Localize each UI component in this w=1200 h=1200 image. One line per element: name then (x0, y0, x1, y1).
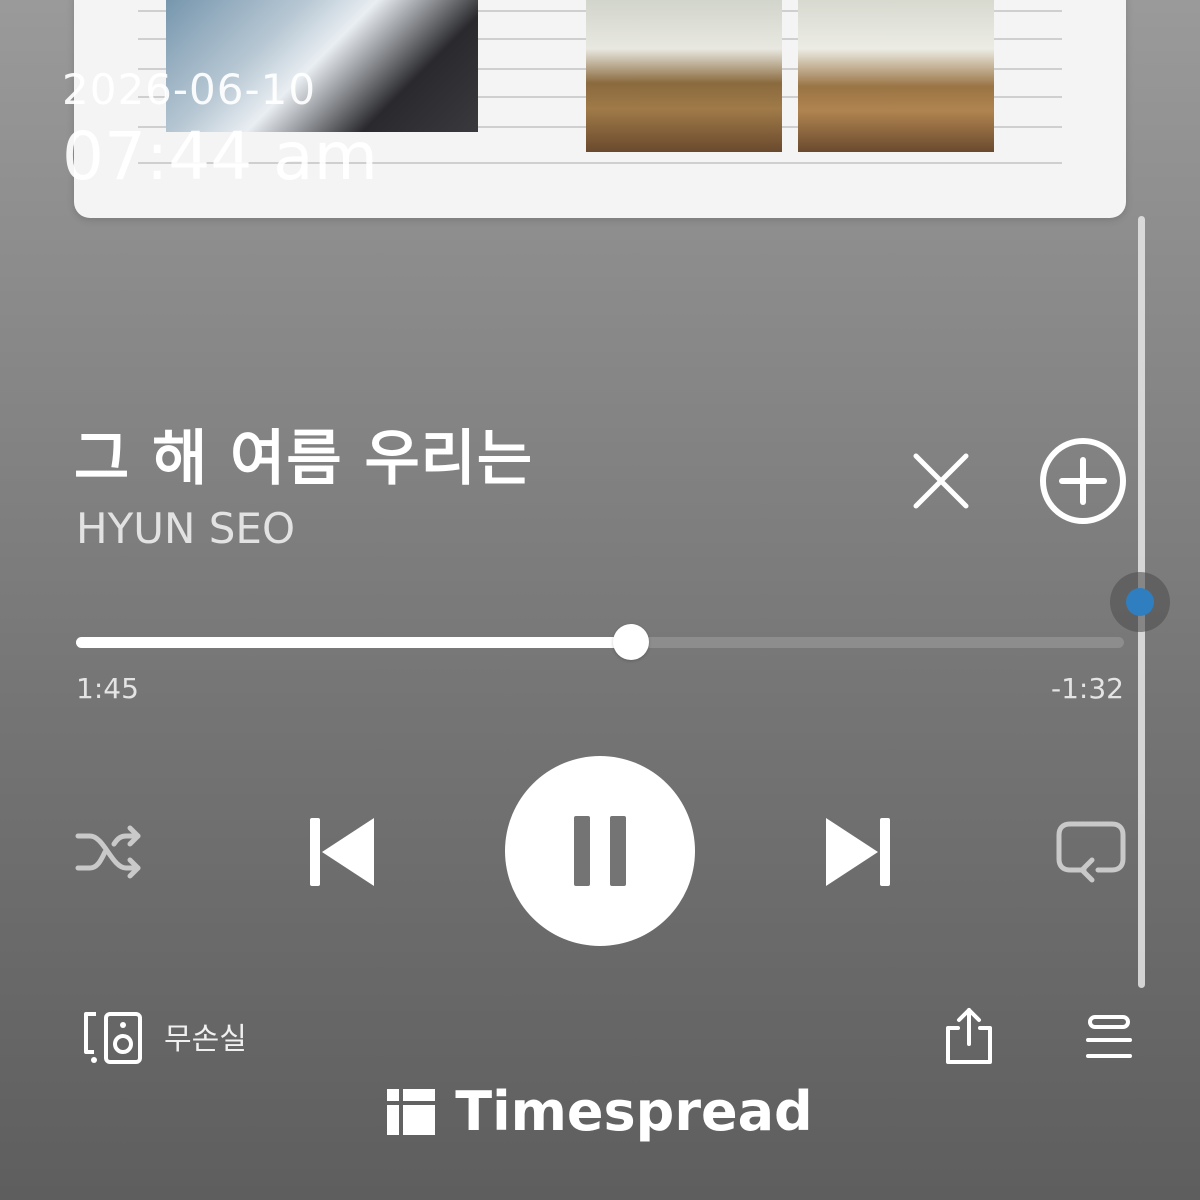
share-button[interactable] (940, 1006, 998, 1066)
share-icon (946, 1008, 992, 1064)
time-text: 07:44 am (62, 118, 378, 195)
output-device-button[interactable] (82, 1010, 144, 1066)
artist-name[interactable]: HYUN SEO (76, 504, 295, 553)
next-button[interactable] (822, 812, 894, 892)
date-text: 2026-06-10 (62, 65, 317, 114)
progress-slider[interactable] (76, 624, 1124, 660)
song-title: 그 해 여름 우리는 (74, 424, 534, 494)
pause-icon (574, 816, 626, 886)
remaining-time: -1:32 (1051, 672, 1124, 705)
output-quality-label: 무손실 (164, 1022, 247, 1057)
previous-button[interactable] (306, 812, 378, 892)
speaker-device-icon (84, 1012, 142, 1064)
repeat-button[interactable] (1054, 818, 1128, 888)
add-to-library-button[interactable] (1038, 436, 1128, 526)
watermark-text: Timespread (455, 1080, 813, 1143)
skip-previous-icon (310, 818, 374, 886)
album-photo (586, 0, 782, 152)
progress-fill (76, 637, 632, 648)
repeat-icon (1056, 821, 1126, 883)
queue-button[interactable] (1084, 1014, 1134, 1062)
queue-list-icon (1086, 1015, 1132, 1058)
pause-button[interactable] (505, 756, 695, 946)
album-photo (798, 0, 994, 152)
scroll-handle[interactable] (1110, 572, 1170, 632)
shuffle-button[interactable] (74, 820, 146, 884)
watermark: Timespread (0, 1080, 1200, 1143)
elapsed-time: 1:45 (76, 672, 139, 705)
plus-circle-icon (1040, 438, 1126, 524)
shuffle-icon (75, 825, 141, 879)
close-button[interactable] (908, 448, 974, 514)
close-icon (913, 453, 969, 509)
timestamp-overlay: 2026-06-10 07:44 am (62, 68, 378, 192)
progress-thumb[interactable] (613, 624, 650, 660)
skip-next-icon (826, 818, 890, 886)
scroll-handle-dot (1126, 588, 1154, 616)
timespread-logo-icon (387, 1088, 436, 1135)
